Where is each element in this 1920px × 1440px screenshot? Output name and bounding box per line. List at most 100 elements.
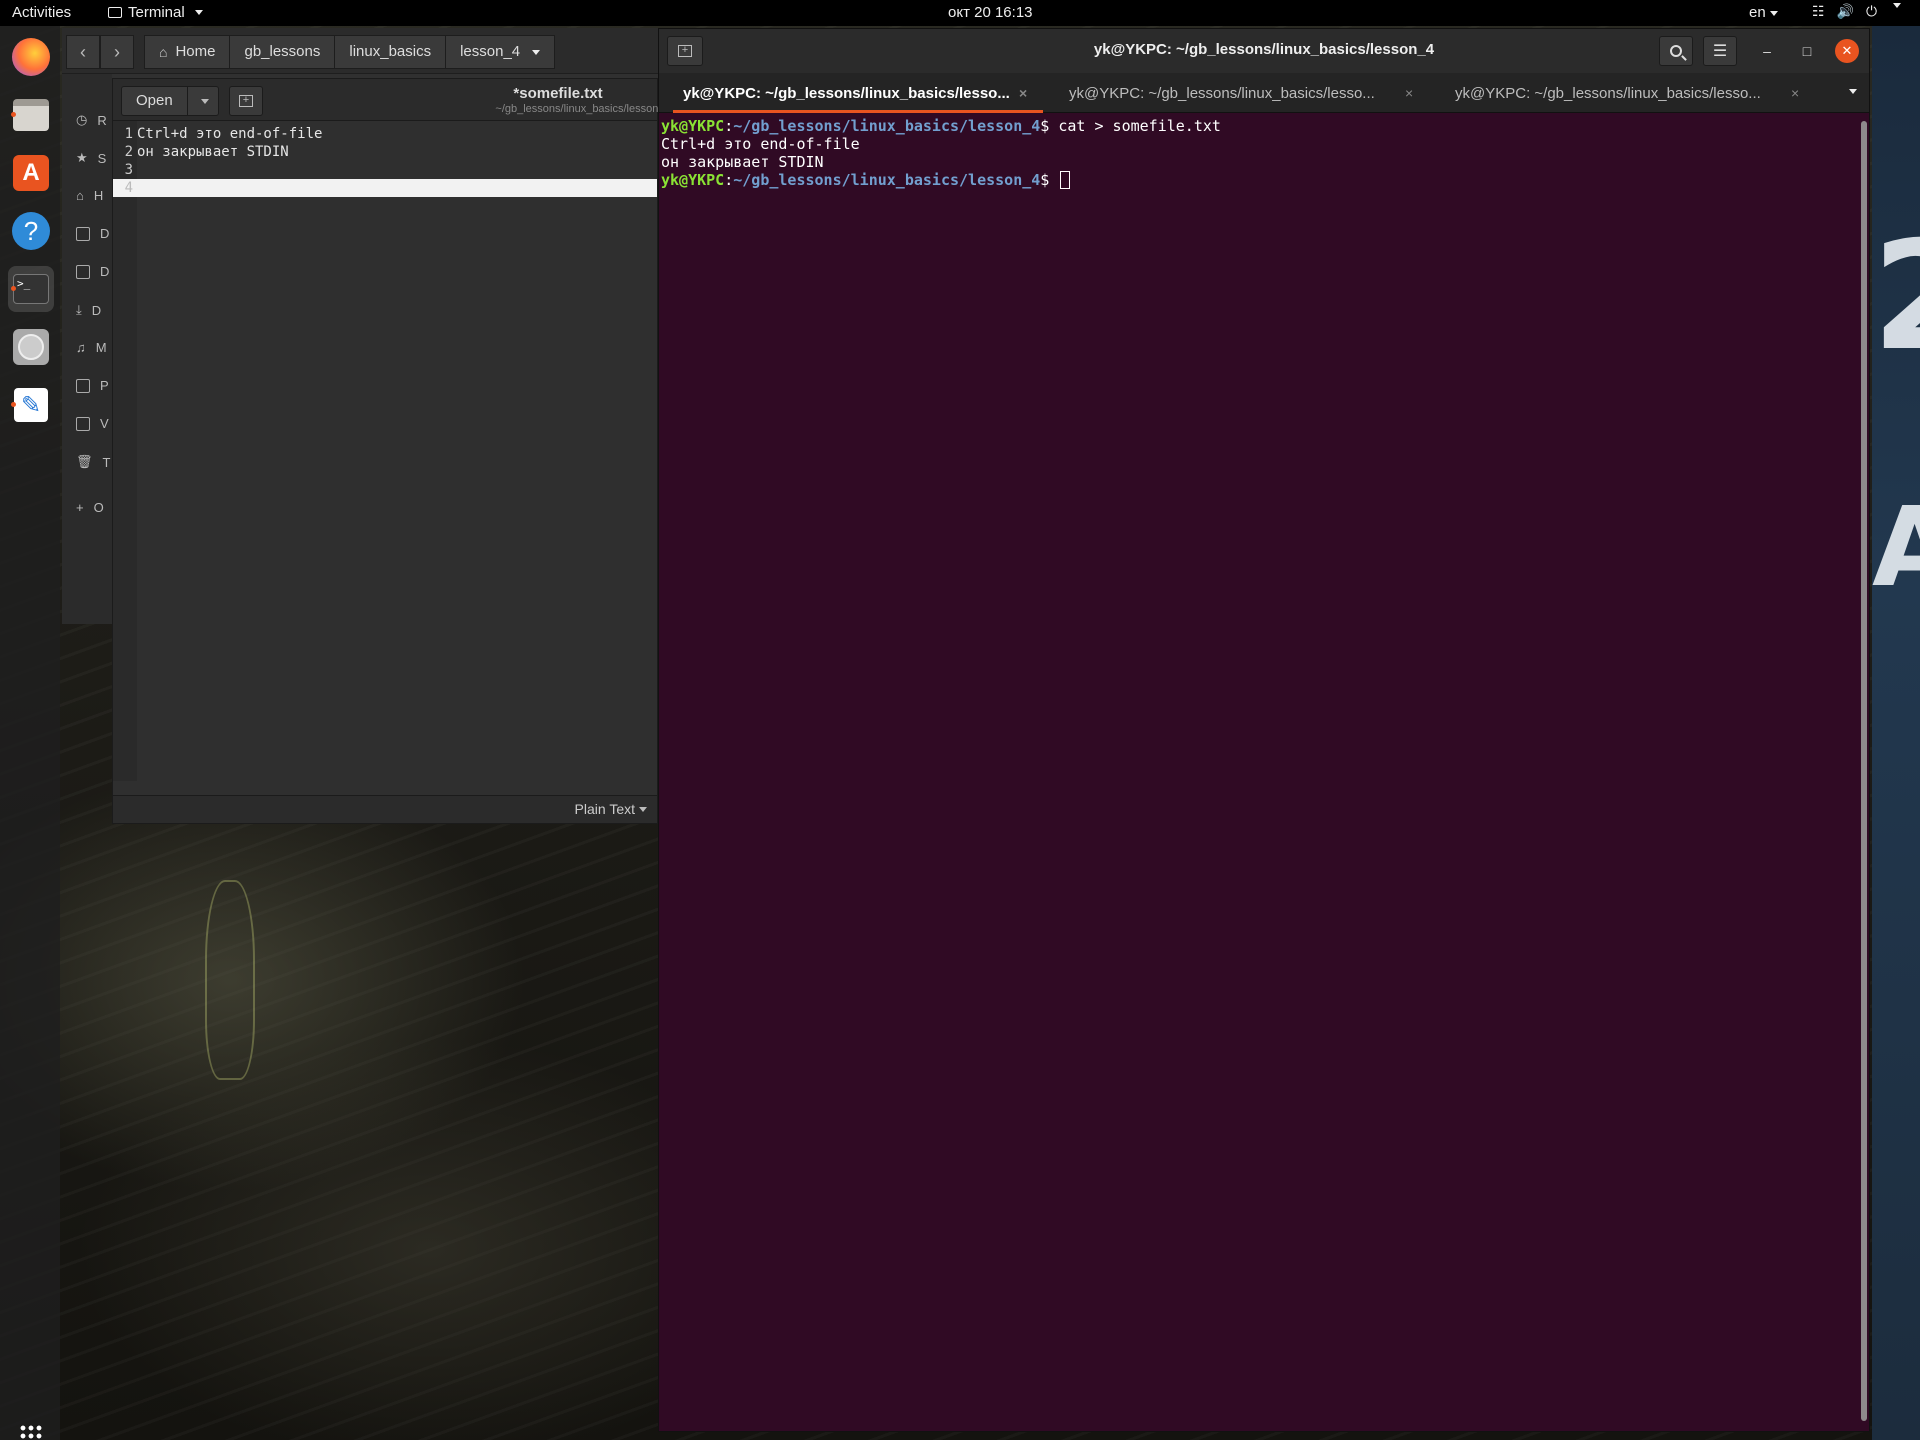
video-icon [76,416,90,431]
files-sidebar: ◷ R ★ S ⌂ H D D ⤓ D ♫ M P V 🗑 T + O [62,74,112,624]
dock-item-help[interactable]: ? [8,208,54,254]
sidebar-item-label: D [100,226,110,241]
terminal-line: он закрывает STDIN [661,153,1851,171]
terminal-icon [108,7,122,18]
minimize-button[interactable]: – [1755,39,1779,63]
close-button[interactable]: ✕ [1835,39,1859,63]
terminal-line: yk@YKPC:~/gb_lessons/linux_basics/lesson… [661,171,1851,189]
sidebar-item-videos[interactable]: V [76,416,109,431]
prompt-symbol: $ [1040,117,1059,135]
hamburger-icon: ☰ [1712,43,1728,60]
line-number-gutter [113,121,137,781]
running-indicator [11,112,16,117]
dock-item-firefox[interactable] [8,34,54,80]
output-text: Ctrl+d это end-of-file [661,135,860,153]
editor-line[interactable]: 1 Ctrl+d это end-of-file [113,125,657,143]
sidebar-item-recent[interactable]: ◷ R [76,112,107,128]
tab-terminal-3[interactable]: yk@YKPC: ~/gb_lessons/linux_basics/lesso… [1431,73,1817,113]
language-selector[interactable]: Plain Text [575,801,647,817]
scrollbar[interactable] [1861,121,1867,1421]
network-icon: ☷ [1812,3,1825,19]
sidebar-item-label: D [100,264,110,279]
maximize-icon: □ [1802,43,1812,59]
sidebar-item-documents[interactable]: D [76,264,109,279]
search-icon [1670,45,1682,57]
sidebar-item-desktop[interactable]: D [76,226,109,241]
back-button[interactable]: ‹ [66,35,100,69]
language-indicator[interactable]: en [1749,4,1778,21]
menu-button[interactable]: ☰ [1703,36,1737,66]
language-label: en [1749,4,1766,21]
dock-item-disc[interactable] [8,324,54,370]
path-segment[interactable]: linux_basics [335,36,447,68]
text-editor-content[interactable]: 1 Ctrl+d это end-of-file 2 он закрывает ST… [113,125,657,197]
path-segment[interactable]: gb_lessons [230,36,336,68]
sidebar-item-music[interactable]: ♫ M [76,340,107,355]
desktop-icon [76,226,90,241]
close-icon[interactable]: × [1791,85,1799,101]
files-header: ‹ › ⌂ Home gb_lessons linux_basics lesso… [62,28,662,74]
tab-terminal-1[interactable]: yk@YKPC: ~/gb_lessons/linux_basics/lesso… [659,73,1045,113]
chevron-down-icon [194,10,203,15]
close-icon[interactable]: × [1019,85,1027,101]
editor-line[interactable]: 2 он закрывает STDIN [113,143,657,161]
maximize-button[interactable]: □ [1795,39,1819,63]
sidebar-item-downloads[interactable]: ⤓ D [76,302,101,318]
tab-label: yk@YKPC: ~/gb_lessons/linux_basics/lesso… [683,84,1009,102]
editor-line[interactable]: 3 [113,161,657,179]
terminal-line: yk@YKPC:~/gb_lessons/linux_basics/lesson… [661,117,1851,135]
text-editor-statusbar: Plain Text [113,795,657,823]
volume-icon: 🔊 [1836,3,1854,19]
dock-item-files[interactable] [8,92,54,138]
system-tray[interactable]: ☷ 🔊 ⏻ [1812,3,1902,20]
command-text: cat > somefile.txt [1058,117,1221,135]
chevron-down-icon [1769,10,1778,16]
sidebar-item-other-locations[interactable]: + O [76,500,104,515]
music-icon: ♫ [76,340,86,355]
dock: A ? >_ ✎ [0,26,60,1440]
activities-button[interactable]: Activities [12,4,71,21]
dock-item-terminal[interactable]: >_ [8,266,54,312]
new-tab-icon: + [239,95,253,107]
forward-button[interactable]: › [100,35,134,69]
path-segment-home[interactable]: ⌂ Home [145,36,231,68]
prompt-user: yk@YKPC [661,117,725,135]
editor-line-current[interactable]: 4 [113,179,657,197]
app-menu[interactable]: Terminal [108,4,203,21]
text-cursor [1060,171,1071,189]
search-button[interactable] [1659,36,1693,66]
line-number: 1 [124,126,133,142]
power-icon: ⏻ [1866,3,1878,19]
clock[interactable]: окт 20 16:13 [948,4,1033,21]
sidebar-item-starred[interactable]: ★ S [76,150,106,166]
sidebar-item-pictures[interactable]: P [76,378,109,393]
tab-label: yk@YKPC: ~/gb_lessons/linux_basics/lesso… [1455,84,1761,102]
app-grid-icon[interactable] [19,1424,43,1440]
home-icon: ⌂ [159,44,168,60]
tab-list-dropdown-icon[interactable] [1849,89,1857,94]
prompt-path: ~/gb_lessons/linux_basics/lesson_4 [733,171,1041,189]
open-button[interactable]: Open [121,86,219,116]
prompt-user: yk@YKPC [661,171,725,189]
path-segment-current[interactable]: lesson_4 [446,36,554,68]
dock-item-software[interactable]: A [8,150,54,196]
terminal-output[interactable]: yk@YKPC:~/gb_lessons/linux_basics/lesson… [661,117,1851,189]
line-number: 4 [124,180,133,196]
sidebar-item-trash[interactable]: 🗑 T [76,454,110,470]
language-selector-label: Plain Text [574,801,635,817]
wallpaper-right-strip: 2 A [1872,22,1920,1440]
chevron-down-icon [532,49,541,55]
document-icon [76,264,90,279]
sidebar-item-label: O [93,500,104,515]
close-icon[interactable]: × [1405,85,1413,101]
sidebar-item-label: R [97,112,107,128]
tab-terminal-2[interactable]: yk@YKPC: ~/gb_lessons/linux_basics/lesso… [1045,73,1431,113]
sidebar-item-home[interactable]: ⌂ H [76,188,103,203]
prompt-symbol: $ [1040,171,1059,189]
new-document-button[interactable]: + [229,86,263,116]
dock-item-text-editor[interactable]: ✎ [8,382,54,428]
open-dropdown-button[interactable] [188,87,218,115]
sidebar-item-label: V [100,416,109,431]
trash-icon: 🗑 [76,454,93,469]
terminal-header: + yk@YKPC: ~/gb_lessons/linux_basics/les… [659,29,1869,73]
